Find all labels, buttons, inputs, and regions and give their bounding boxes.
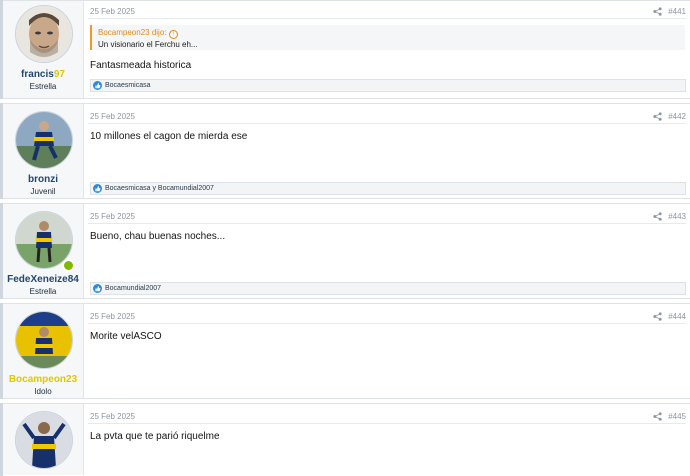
user-panel: bronzi Juvenil [3, 104, 84, 198]
online-indicator [62, 259, 75, 272]
header-divider [88, 123, 686, 124]
quote-author[interactable]: Bocampeon23 dijo: ↑ [98, 28, 178, 39]
post-445: 25 Feb 2025 #445 La pvta que te parió ri… [0, 403, 690, 476]
post-444: Bocampeon23 Idolo 25 Feb 2025 #444 Morit… [0, 303, 690, 399]
arrow-up-icon[interactable]: ↑ [168, 30, 178, 39]
share-icon[interactable] [653, 7, 662, 16]
reactions-users[interactable]: Bocaesmicasa [105, 82, 151, 89]
user-title: Juvenil [30, 187, 56, 196]
post-442: bronzi Juvenil 25 Feb 2025 #442 10 millo… [0, 103, 690, 199]
post-actions: #445 [653, 412, 686, 421]
post-number[interactable]: #444 [668, 312, 686, 321]
username-part2: 97 [53, 69, 65, 80]
user-title: Estrella [29, 287, 57, 296]
reactions-bar[interactable]: Bocaesmicasa [90, 79, 686, 92]
post-actions: #442 [653, 112, 686, 121]
post-actions: #441 [653, 7, 686, 16]
header-divider [88, 423, 686, 424]
avatar[interactable] [15, 311, 73, 369]
header-divider [88, 323, 686, 324]
avatar[interactable] [15, 5, 73, 63]
avatar[interactable] [15, 111, 73, 169]
share-icon[interactable] [653, 412, 662, 421]
username[interactable]: bronzi [3, 174, 83, 185]
share-icon[interactable] [653, 312, 662, 321]
post-441: francis97 Estrella 25 Feb 2025 #441 Boca… [0, 0, 690, 99]
post-443: FedeXeneize84 Estrella 25 Feb 2025 #443 … [0, 203, 690, 299]
username[interactable]: Bocampeon23 [3, 374, 83, 385]
post-date[interactable]: 25 Feb 2025 [90, 7, 135, 16]
quote-text: Un visionario el Ferchu eh... [98, 40, 198, 49]
post-date[interactable]: 25 Feb 2025 [90, 212, 135, 221]
post-date[interactable]: 25 Feb 2025 [90, 412, 135, 421]
post-message: 10 millones el cagon de mierda ese [90, 131, 248, 142]
username[interactable]: FedeXeneize84 [3, 274, 83, 285]
like-icon [93, 81, 102, 90]
user-panel: Bocampeon23 Idolo [3, 304, 84, 398]
header-divider [88, 223, 686, 224]
share-icon[interactable] [653, 212, 662, 221]
post-actions: #443 [653, 212, 686, 221]
username[interactable]: francis97 [3, 69, 83, 80]
user-panel: francis97 Estrella [3, 1, 84, 98]
post-message: Fantasmeada historica [90, 60, 192, 71]
like-icon [93, 184, 102, 193]
reactions-users[interactable]: Bocamundial2007 [105, 285, 161, 292]
like-icon [93, 284, 102, 293]
user-title: Estrella [29, 82, 57, 91]
post-message: La pvta que te parió riquelme [90, 431, 220, 442]
reactions-users[interactable]: Bocaesmicasa y Bocamundial2007 [105, 185, 214, 192]
post-date[interactable]: 25 Feb 2025 [90, 112, 135, 121]
avatar[interactable] [15, 411, 73, 469]
post-actions: #444 [653, 312, 686, 321]
reactions-bar[interactable]: Bocaesmicasa y Bocamundial2007 [90, 182, 686, 195]
reactions-bar[interactable]: Bocamundial2007 [90, 282, 686, 295]
user-title: Idolo [34, 387, 52, 396]
post-number[interactable]: #443 [668, 212, 686, 221]
post-number[interactable]: #441 [668, 7, 686, 16]
user-panel: FedeXeneize84 Estrella [3, 204, 84, 298]
post-number[interactable]: #445 [668, 412, 686, 421]
post-number[interactable]: #442 [668, 112, 686, 121]
quote-author-text: Bocampeon23 dijo: [98, 28, 167, 37]
user-panel [3, 404, 84, 475]
post-message: Bueno, chau buenas noches... [90, 231, 226, 242]
share-icon[interactable] [653, 112, 662, 121]
quote-block: Bocampeon23 dijo: ↑ Un visionario el Fer… [90, 25, 685, 50]
post-message: Morite velASCO [90, 331, 162, 342]
header-divider [88, 18, 686, 19]
username-part1: francis [21, 69, 54, 80]
post-date[interactable]: 25 Feb 2025 [90, 312, 135, 321]
